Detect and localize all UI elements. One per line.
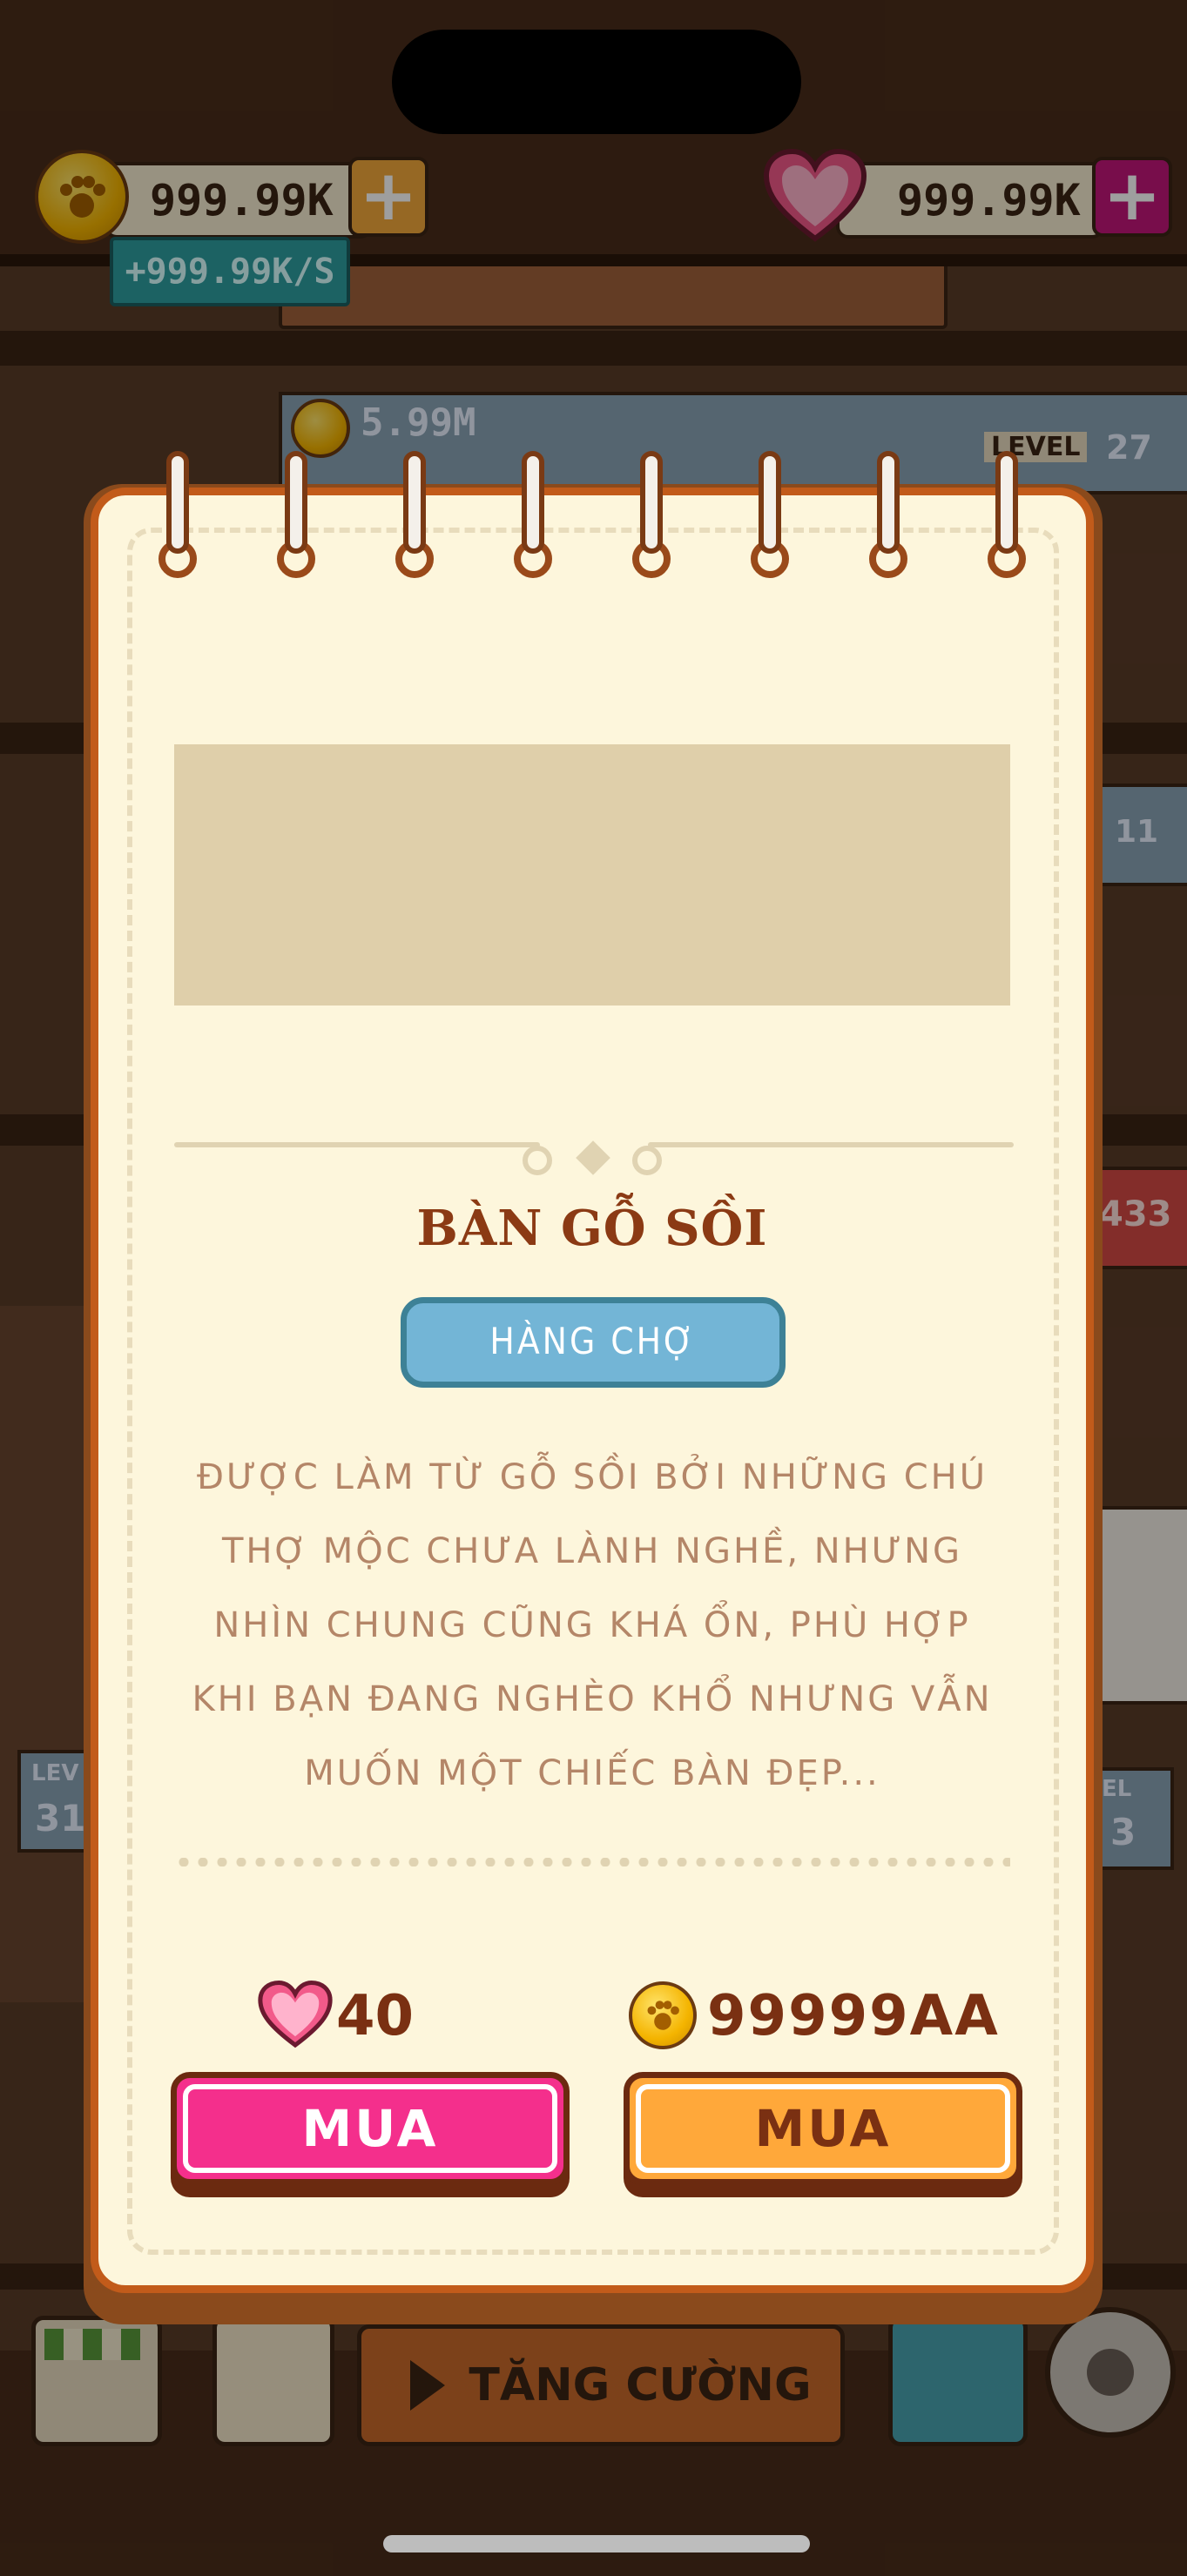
dotted-divider bbox=[174, 1858, 1010, 1866]
ornament-divider-left bbox=[174, 1142, 540, 1147]
item-title: BÀN GỖ SỒI bbox=[416, 1200, 768, 1257]
item-description: ĐƯỢC LÀM TỪ GỖ SỒI BỞI NHỮNG CHÚ THỢ MỘC… bbox=[192, 1457, 993, 1793]
spiral-ring bbox=[403, 451, 426, 554]
spiral-ring bbox=[759, 451, 781, 554]
item-image-placeholder bbox=[174, 744, 1010, 1006]
ornament-divider-right bbox=[648, 1142, 1014, 1147]
coin-icon bbox=[629, 1981, 697, 2049]
spiral-ring bbox=[522, 451, 544, 554]
buy-coin-label: MUA bbox=[754, 2099, 892, 2158]
spiral-ring bbox=[285, 451, 307, 554]
gem-price: 40 bbox=[336, 1984, 415, 2048]
spiral-ring bbox=[166, 451, 189, 554]
spiral-ring bbox=[995, 451, 1018, 554]
item-category-tag: HÀNG CHỢ bbox=[401, 1297, 786, 1388]
ornament-curl-left bbox=[523, 1146, 552, 1175]
buy-with-coins-button[interactable]: MUA bbox=[624, 2072, 1022, 2185]
spiral-ring bbox=[877, 451, 900, 554]
gem-heart-icon bbox=[258, 1980, 333, 2048]
spiral-ring bbox=[640, 451, 663, 554]
coin-price: 99999AA bbox=[707, 1984, 1000, 2048]
buy-gem-label: MUA bbox=[301, 2099, 439, 2158]
home-indicator[interactable] bbox=[383, 2535, 810, 2552]
ornament-curl-right bbox=[632, 1146, 662, 1175]
buy-with-gems-button[interactable]: MUA bbox=[171, 2072, 570, 2185]
